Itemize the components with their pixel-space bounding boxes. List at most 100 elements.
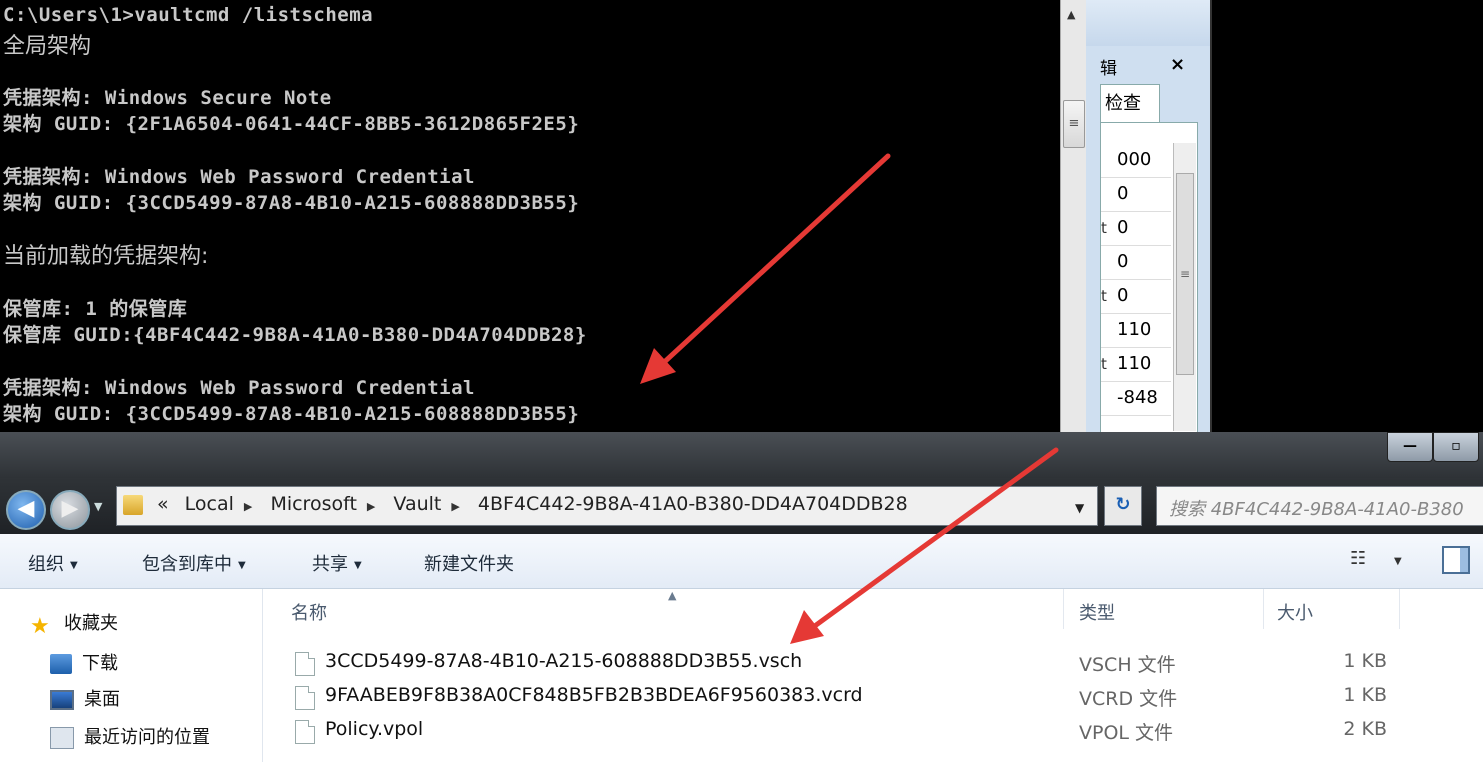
file-size: 1 KB <box>1343 684 1387 706</box>
file-name: 9FAABEB9F8B38A0CF848B5FB2B3BDEA6F9560383… <box>325 684 863 706</box>
console-line: 架构 GUID: {2F1A6504-0641-44CF-8BB5-3612D8… <box>3 113 580 135</box>
explorer-window: — ▫ ◀ ▶ ▼ « Local ▶ Microsoft ▶ Vault ▶ 4BF… <box>0 432 1483 762</box>
chevron-down-icon: ▼ <box>238 559 246 571</box>
window-titlebar[interactable]: — ▫ <box>0 432 1483 478</box>
file-name: 3CCD5499-87A8-4B10-A215-608888DD3B55.vsc… <box>325 650 803 672</box>
share-button[interactable]: 共享 ▼ <box>312 550 362 576</box>
property-list[interactable]: 000 0 t0 0 t0 110 t 110 -848 ≡ <box>1100 122 1198 434</box>
list-item[interactable]: t0 <box>1101 211 1171 246</box>
scroll-up-icon[interactable]: ▲ <box>1067 8 1075 21</box>
list-item[interactable]: -848 <box>1101 381 1171 416</box>
close-button[interactable]: × <box>1170 54 1196 75</box>
include-in-library-button[interactable]: 包含到库中 ▼ <box>142 550 246 576</box>
new-folder-button[interactable]: 新建文件夹 <box>424 550 514 576</box>
row-value: 110 <box>1117 353 1152 374</box>
file-row[interactable]: 3CCD5499-87A8-4B10-A215-608888DD3B55.vsc… <box>263 646 1483 680</box>
console-line: 架构 GUID: {3CCD5499-87A8-4B10-A215-608888… <box>3 403 580 425</box>
search-input[interactable]: 搜索 4BF4C442-9B8A-41A0-B380 <box>1156 486 1483 526</box>
refresh-button[interactable]: ↻ <box>1104 486 1142 526</box>
list-item[interactable]: 0 <box>1101 177 1171 212</box>
list-item[interactable]: t 110 <box>1101 347 1171 382</box>
column-header-size[interactable]: 大小 <box>1277 599 1313 625</box>
chevron-right-icon[interactable]: ▶ <box>367 500 375 513</box>
console-line: 保管库: 1 的保管库 <box>3 298 188 320</box>
file-icon <box>295 720 315 744</box>
nav-item-favorites[interactable]: ★ 收藏夹 <box>30 609 118 639</box>
breadcrumb-item-local[interactable]: Local <box>185 493 234 515</box>
downloads-folder-icon <box>50 654 72 674</box>
nav-item-recent[interactable]: 最近访问的位置 <box>50 723 210 753</box>
list-item[interactable]: t0 <box>1101 279 1171 314</box>
column-divider[interactable] <box>1263 589 1264 629</box>
tab-inspect[interactable]: 检查 <box>1100 84 1160 123</box>
chevron-right-icon[interactable]: ▶ <box>244 500 252 513</box>
star-icon: ★ <box>30 614 50 639</box>
scroll-thumb[interactable]: ≡ <box>1176 173 1194 375</box>
list-item[interactable]: 0 <box>1101 245 1171 280</box>
view-options-icon[interactable]: ☷ <box>1350 548 1366 569</box>
minimize-button[interactable]: — <box>1387 432 1433 462</box>
address-bar-row: ◀ ▶ ▼ « Local ▶ Microsoft ▶ Vault ▶ 4BF4C44… <box>0 478 1483 534</box>
nav-item-desktop[interactable]: 桌面 <box>50 685 120 715</box>
column-divider[interactable] <box>1063 589 1064 629</box>
column-divider[interactable] <box>1399 589 1400 629</box>
row-value: 000 <box>1117 149 1152 170</box>
navigation-pane: ★ 收藏夹 下载 桌面 最近访问的位置 <box>0 589 263 762</box>
desktop-icon <box>50 690 74 710</box>
row-value: 0 <box>1117 217 1129 238</box>
organize-label: 组织 <box>28 554 64 575</box>
file-type: VCRD 文件 <box>1079 688 1178 710</box>
dialog-title: 辑 <box>1100 59 1117 79</box>
arrow-left-icon: ◀ <box>17 496 35 521</box>
row-key: t <box>1101 219 1107 237</box>
dialog-titlebar <box>1086 0 1210 46</box>
file-row[interactable]: Policy.vpol VPOL 文件 2 KB <box>263 714 1483 748</box>
chevron-down-icon[interactable]: ▼ <box>1394 556 1402 567</box>
recent-places-icon <box>50 727 74 749</box>
list-item[interactable]: 110 <box>1101 313 1171 348</box>
address-bar[interactable]: « Local ▶ Microsoft ▶ Vault ▶ 4BF4C442-9B8A… <box>116 486 1098 526</box>
file-row[interactable]: 9FAABEB9F8B38A0CF848B5FB2B3BDEA6F9560383… <box>263 680 1483 714</box>
console-line: 当前加载的凭据架构: <box>3 244 209 269</box>
command-bar: 组织 ▼ 包含到库中 ▼ 共享 ▼ 新建文件夹 ☷ ▼ <box>0 534 1483 589</box>
breadcrumb-item-vault[interactable]: Vault <box>393 493 441 515</box>
history-dropdown-icon[interactable]: ▼ <box>94 500 102 513</box>
back-button[interactable]: ◀ <box>6 490 46 530</box>
console-window[interactable]: C:\Users\1>vaultcmd /listschema 全局架构 凭据架… <box>0 0 1060 432</box>
console-line: 凭据架构: Windows Web Password Credential <box>3 166 475 188</box>
chevron-right-icon[interactable]: ▶ <box>451 500 459 513</box>
folder-icon <box>123 495 143 515</box>
list-scrollbar[interactable]: ≡ <box>1173 143 1196 431</box>
nav-label: 收藏夹 <box>64 613 118 634</box>
row-key: t <box>1101 355 1107 373</box>
chevron-down-icon[interactable]: ▼ <box>1075 501 1084 515</box>
maximize-button[interactable]: ▫ <box>1433 432 1479 462</box>
preview-pane-icon[interactable] <box>1442 546 1470 574</box>
nav-item-downloads[interactable]: 下载 <box>50 649 118 679</box>
nav-label: 最近访问的位置 <box>84 727 210 748</box>
breadcrumb-overflow[interactable]: « <box>157 493 169 515</box>
row-value: 0 <box>1117 183 1129 204</box>
console-line: 凭据架构: Windows Web Password Credential <box>3 377 475 399</box>
background-dialog: 辑 × 检查 000 0 t0 0 t0 110 t 110 -848 ≡ <box>1086 0 1210 434</box>
arrow-right-icon: ▶ <box>61 496 79 521</box>
scroll-thumb[interactable]: ≡ <box>1063 100 1085 148</box>
breadcrumb-item-vault-guid[interactable]: 4BF4C442-9B8A-41A0-B380-DD4A704DDB28 <box>478 493 908 515</box>
column-header-type[interactable]: 类型 <box>1079 599 1115 625</box>
row-value: 0 <box>1117 285 1129 306</box>
list-item[interactable]: 000 <box>1101 143 1171 178</box>
console-line: 架构 GUID: {3CCD5499-87A8-4B10-A215-608888… <box>3 192 580 214</box>
column-header-name[interactable]: 名称 <box>291 599 327 625</box>
console-scrollbar[interactable]: ▲ ≡ <box>1060 0 1087 432</box>
file-size: 1 KB <box>1343 650 1387 672</box>
row-key: t <box>1101 287 1107 305</box>
chevron-down-icon: ▼ <box>70 559 78 571</box>
forward-button[interactable]: ▶ <box>50 490 90 530</box>
breadcrumb-item-microsoft[interactable]: Microsoft <box>270 493 356 515</box>
file-list: ▲ 名称 类型 大小 3CCD5499-87A8-4B10-A215-60888… <box>263 589 1483 762</box>
file-icon <box>295 686 315 710</box>
row-value: 110 <box>1117 319 1152 340</box>
console-line: 保管库 GUID:{4BF4C442-9B8A-41A0-B380-DD4A70… <box>3 324 587 346</box>
file-type: VSCH 文件 <box>1079 654 1176 676</box>
organize-button[interactable]: 组织 ▼ <box>28 550 78 576</box>
